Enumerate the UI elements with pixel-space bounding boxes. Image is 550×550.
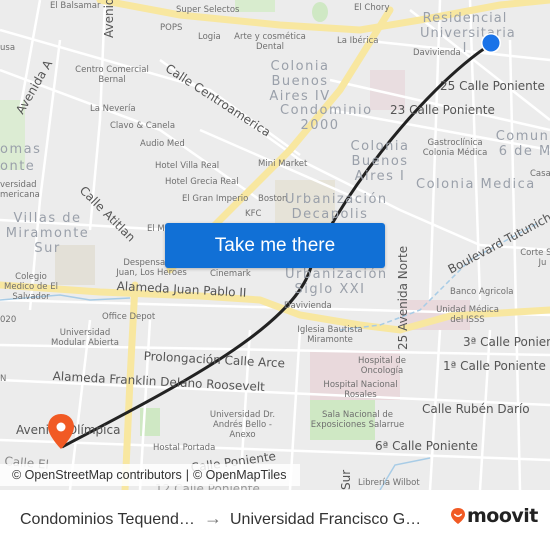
poi-label: Mini Market <box>258 159 308 169</box>
area-label: omas <box>0 142 42 157</box>
destination-pin-icon[interactable] <box>46 413 76 451</box>
map-label: El Balsamar <box>50 1 101 11</box>
moovit-pin-icon <box>451 508 465 524</box>
area-label: Comunid 6 de Ma <box>495 129 550 159</box>
area-label: Colonia Medica <box>416 177 536 192</box>
poi-label: Davivienda <box>413 48 461 58</box>
moovit-wordmark: moovit <box>467 505 538 527</box>
street-label: 6ª Calle Poniente <box>375 439 478 453</box>
osm-attribution-link[interactable]: © OpenStreetMap contributors <box>12 468 182 482</box>
area-label: Condominio 2000 <box>280 103 373 133</box>
poi-label: Davivienda <box>284 301 332 311</box>
poi-label: Hospital Nacional Rosales <box>323 380 398 401</box>
poi-label: Universidad Dr. Andrés Bello - Anexo <box>209 410 276 441</box>
street-label: Sur <box>339 469 353 490</box>
area-label: onte <box>0 159 36 174</box>
street-label: Calle Rubén Darío <box>422 402 530 416</box>
footer-bar: Condominios Tequend… → Universidad Franc… <box>0 490 550 550</box>
area-label: Urbanización Decapolis <box>285 192 388 222</box>
poi-label: Cinemark <box>210 269 251 279</box>
take-me-there-button[interactable]: Take me there <box>165 223 385 268</box>
poi-label: Gastroclínica Colonia Médica <box>422 138 488 159</box>
poi-label: Centro Comercial Bernal <box>75 65 149 86</box>
poi-label: Banco Agricola <box>450 287 514 297</box>
poi-label: El Gran Imperio <box>182 194 249 204</box>
poi-label: Clavo & Canela <box>110 121 176 131</box>
poi-label: Casa <box>530 169 550 179</box>
poi-label: La Ibérica <box>337 36 379 46</box>
poi-label: usa <box>0 43 16 53</box>
poi-label: Sala Nacional de Exposiciones Salarrue <box>310 410 405 431</box>
map-view[interactable]: El Balsamar Avenida Super Selectos El Ch… <box>0 0 550 490</box>
poi-label: Iglesia Bautista Miramonte <box>297 325 363 346</box>
poi-label: Colegio Medico de El Salvador <box>4 272 58 303</box>
poi-label: Super Selectos <box>176 5 240 15</box>
destination-stop-name: Universidad Francisco G… <box>230 511 422 528</box>
poi-label: Boston <box>258 194 288 204</box>
openmaptiles-attribution-link[interactable]: © OpenMapTiles <box>193 468 287 482</box>
street-label: 3ª Calle Poniente <box>463 335 550 349</box>
map-attribution: © OpenStreetMap contributors | © OpenMap… <box>0 464 300 486</box>
poi-label: Hospital de Oncología <box>357 356 406 377</box>
poi-label: 020 <box>0 315 17 325</box>
poi-label: Universidad Modular Abierta <box>51 328 119 349</box>
area-label: Urbanización Siglo XXI <box>285 267 388 297</box>
poi-label: El Chory <box>354 3 390 13</box>
arrow-right-icon: → <box>204 508 222 528</box>
poi-label: Hotel Grecia Real <box>165 177 239 187</box>
poi-label: La Nevería <box>90 104 136 114</box>
moovit-logo[interactable]: moovit <box>450 505 538 527</box>
poi-label: POPS <box>160 23 183 33</box>
poi-label: Logia <box>198 32 221 42</box>
park-area <box>312 2 328 22</box>
attribution-separator: | <box>185 468 189 482</box>
poi-label: Office Depot <box>102 312 156 322</box>
area-label: Colonia Buenos Aires I <box>350 139 410 184</box>
poi-label: KFC <box>245 209 262 219</box>
origin-stop-name: Condominios Tequend… <box>20 511 195 528</box>
poi-label: Hotel Villa Real <box>155 161 220 171</box>
street-label: Avenida <box>102 0 116 38</box>
area-label: Villas de Miramonte Sur <box>5 211 90 256</box>
street-label: 1ª Calle Poniente <box>443 359 546 373</box>
poi-label: N <box>0 374 7 384</box>
park-area <box>235 0 275 12</box>
poi-label: Corte S de Ju <box>520 248 550 269</box>
poi-label: Librería Wilbot <box>358 478 420 488</box>
poi-label: Hostal Portada <box>153 443 216 453</box>
street-label: 25 Avenida Norte <box>396 245 410 350</box>
poi-label: Unidad Médica del ISSS <box>436 305 499 326</box>
street-label: 25 Calle Poniente <box>440 79 545 93</box>
poi-label: Audio Med <box>140 139 185 149</box>
origin-marker-icon[interactable] <box>480 32 502 54</box>
poi-label: versidad mericana <box>0 180 40 201</box>
poi-label: Arte y cosmética Dental <box>234 32 306 53</box>
area-label: Colonia Buenos Aires IV <box>269 59 331 104</box>
street-label: 23 Calle Poniente <box>390 103 495 117</box>
